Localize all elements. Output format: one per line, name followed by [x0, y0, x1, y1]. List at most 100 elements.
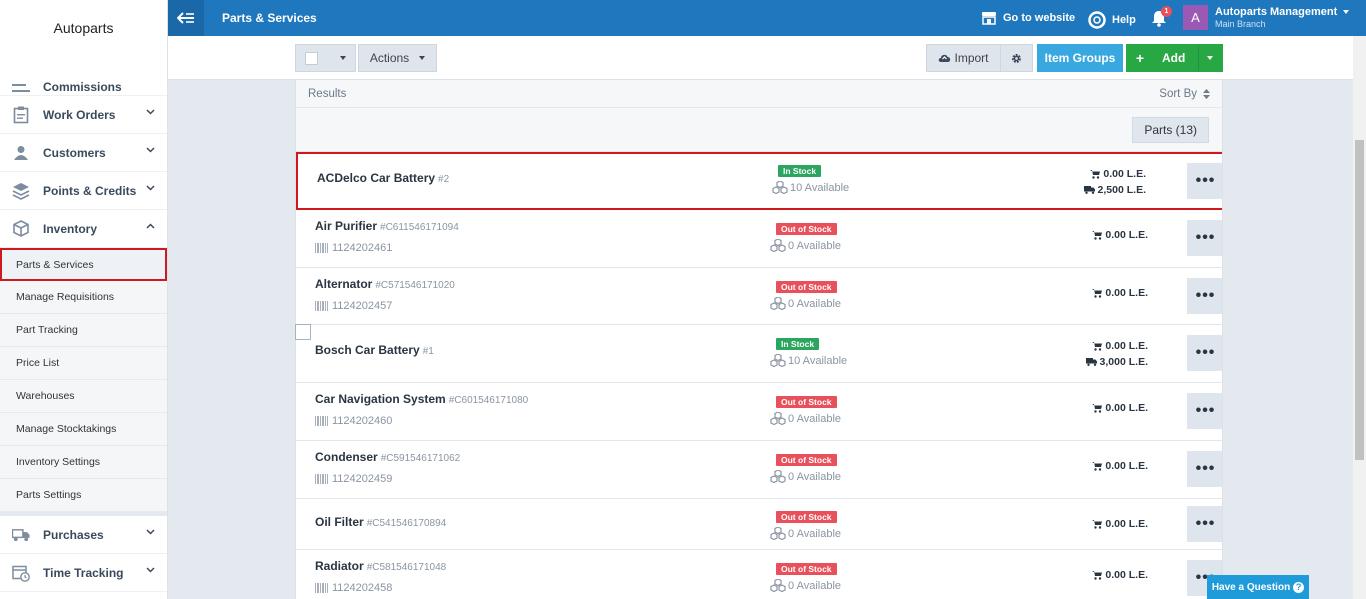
sidebar-subitem-manage-requisitions[interactable]: Manage Requisitions — [0, 281, 167, 314]
barcode-text: 1124202458 — [332, 582, 393, 594]
actions-dropdown[interactable]: Actions — [358, 44, 437, 72]
table-row[interactable]: Condenser #C591546171062 1124202459 Out of … — [296, 441, 1222, 499]
part-name[interactable]: Car Navigation System #C601546171080 — [315, 392, 528, 406]
sort-by-dropdown[interactable]: Sort By — [1159, 88, 1210, 100]
table-row[interactable]: Alternator #C571546171020 1124202457 Out of… — [296, 268, 1222, 325]
part-name[interactable]: Bosch Car Battery #1 — [315, 343, 434, 357]
cart-icon — [1092, 570, 1103, 580]
sidebar-item-work-orders[interactable]: Work Orders — [0, 96, 167, 134]
part-name[interactable]: Alternator #C571546171020 — [315, 277, 455, 291]
part-name[interactable]: Condenser #C591546171062 — [315, 450, 460, 464]
availability: 0 Available — [770, 470, 841, 483]
import-button[interactable]: Import — [926, 44, 1001, 72]
row-actions-button[interactable]: ••• — [1187, 335, 1222, 371]
settings-button[interactable] — [1000, 44, 1033, 72]
add-button[interactable]: + Add — [1126, 44, 1223, 72]
table-row[interactable]: Radiator #C581546171048 1124202458 Out of S… — [296, 550, 1222, 599]
bulk-select-dropdown[interactable] — [295, 44, 356, 72]
availability: 0 Available — [770, 527, 841, 540]
plus-icon: + — [1135, 50, 1145, 66]
row-actions-button[interactable]: ••• — [1187, 220, 1222, 256]
availability-text: 0 Available — [788, 412, 842, 425]
part-barcode: 1124202461 — [315, 242, 392, 254]
store-icon — [982, 12, 996, 25]
select-all-checkbox[interactable] — [305, 51, 318, 65]
chevron-up-icon — [146, 223, 155, 229]
avatar[interactable]: A — [1183, 5, 1208, 30]
part-name[interactable]: Radiator #C581546171048 — [315, 559, 446, 573]
lifebuoy-icon — [1088, 11, 1106, 29]
row-actions-button[interactable]: ••• — [1187, 451, 1222, 487]
help-link[interactable]: Help — [1088, 11, 1136, 29]
row-actions-button[interactable]: ••• — [1187, 393, 1222, 429]
sidebar-item-label: Time Tracking — [43, 565, 124, 580]
part-name-text: Radiator — [315, 559, 364, 573]
availability: 0 Available — [770, 239, 841, 252]
part-name-text: Condenser — [315, 450, 378, 464]
sidebar-item-time-tracking[interactable]: Time Tracking — [0, 554, 167, 592]
status-badge: Out of Stock — [776, 281, 837, 293]
part-name[interactable]: Oil Filter #C541546170894 — [315, 515, 446, 529]
stock-cubes-icon — [770, 297, 786, 310]
go-to-website-link[interactable]: Go to website — [981, 11, 1075, 25]
results-panel: Results Sort By Parts (13) ACDelco Car B… — [295, 80, 1223, 599]
sidebar-item-label: Points & Credits — [43, 183, 137, 198]
have-a-question-button[interactable]: Have a Question ? — [1207, 575, 1309, 599]
sidebar-item-commissions[interactable]: Commissions — [0, 76, 167, 96]
table-row[interactable]: Oil Filter #C541546170894 Out of Stock 0 Av… — [296, 499, 1222, 550]
availability: 0 Available — [770, 297, 841, 310]
buy-price: 3,000 L.E. — [1085, 356, 1148, 368]
page-title: Parts & Services — [222, 11, 317, 25]
availability: 10 Available — [770, 354, 847, 367]
row-actions-button[interactable]: ••• — [1187, 278, 1222, 314]
chevron-down-icon — [146, 529, 155, 535]
sidebar-subitem-parts-settings[interactable]: Parts Settings — [0, 479, 167, 512]
cart-icon — [1092, 519, 1103, 529]
sidebar-item-label: Commissions — [43, 80, 122, 94]
barcode-icon — [315, 301, 328, 311]
sidebar-item-customers[interactable]: Customers — [0, 134, 167, 172]
sidebar-item-label: Customers — [43, 145, 106, 160]
user-menu[interactable]: Autoparts Management — [1215, 6, 1350, 18]
sidebar-subitem-inventory-settings[interactable]: Inventory Settings — [0, 446, 167, 479]
availability-text: 0 Available — [788, 239, 842, 252]
barcode-text: 1124202457 — [332, 300, 393, 312]
sidebar-subitem-part-tracking[interactable]: Part Tracking — [0, 314, 167, 347]
table-row[interactable]: Bosch Car Battery #1 In Stock 10 Available 0… — [296, 325, 1222, 383]
sell-price-text: 0.00 L.E. — [1105, 460, 1148, 472]
availability-text: 0 Available — [788, 297, 842, 310]
barcode-icon — [315, 416, 328, 426]
sidebar-item-purchases[interactable]: Purchases — [0, 516, 167, 554]
add-dropdown-caret[interactable] — [1207, 56, 1213, 60]
table-row[interactable]: ACDelco Car Battery #2 In Stock 10 Availabl… — [296, 152, 1222, 210]
user-name: Autoparts Management — [1215, 6, 1338, 18]
part-name[interactable]: ACDelco Car Battery #2 — [317, 171, 449, 185]
part-code: #C581546171048 — [366, 562, 447, 573]
sidebar-item-inventory[interactable]: Inventory — [0, 210, 167, 248]
table-row[interactable]: Car Navigation System #C601546171080 11242… — [296, 383, 1222, 441]
cart-icon — [1092, 230, 1103, 240]
row-checkbox[interactable] — [295, 324, 311, 340]
table-row[interactable]: Air Purifier #C611546171094 1124202461 Out … — [296, 210, 1222, 268]
sell-price: 0.00 L.E. — [1092, 460, 1148, 472]
sidebar-subitem-parts-services[interactable]: Parts & Services — [0, 248, 167, 281]
sidebar-item-points-credits[interactable]: Points & Credits — [0, 172, 167, 210]
scroll-thumb[interactable] — [1355, 140, 1364, 460]
item-groups-button[interactable]: Item Groups — [1037, 44, 1123, 72]
row-actions-button[interactable]: ••• — [1187, 163, 1222, 199]
chevron-down-icon — [146, 185, 155, 191]
caret-down-icon — [340, 56, 346, 60]
parts-count-tab[interactable]: Parts (13) — [1132, 117, 1209, 143]
sidebar-subitem-price-list[interactable]: Price List — [0, 347, 167, 380]
sidebar-subitem-manage-stocktakings[interactable]: Manage Stocktakings — [0, 413, 167, 446]
sidebar-subitem-warehouses[interactable]: Warehouses — [0, 380, 167, 413]
page-scrollbar[interactable] — [1353, 36, 1366, 599]
calendar-clock-icon — [12, 564, 30, 582]
cart-icon — [1090, 169, 1101, 179]
part-name[interactable]: Air Purifier #C611546171094 — [315, 219, 459, 233]
actions-label: Actions — [369, 51, 410, 65]
availability: 0 Available — [770, 579, 841, 592]
toggle-sidebar-button[interactable] — [168, 0, 204, 36]
sidebar-item-label: Work Orders — [43, 107, 116, 122]
row-actions-button[interactable]: ••• — [1187, 506, 1222, 542]
